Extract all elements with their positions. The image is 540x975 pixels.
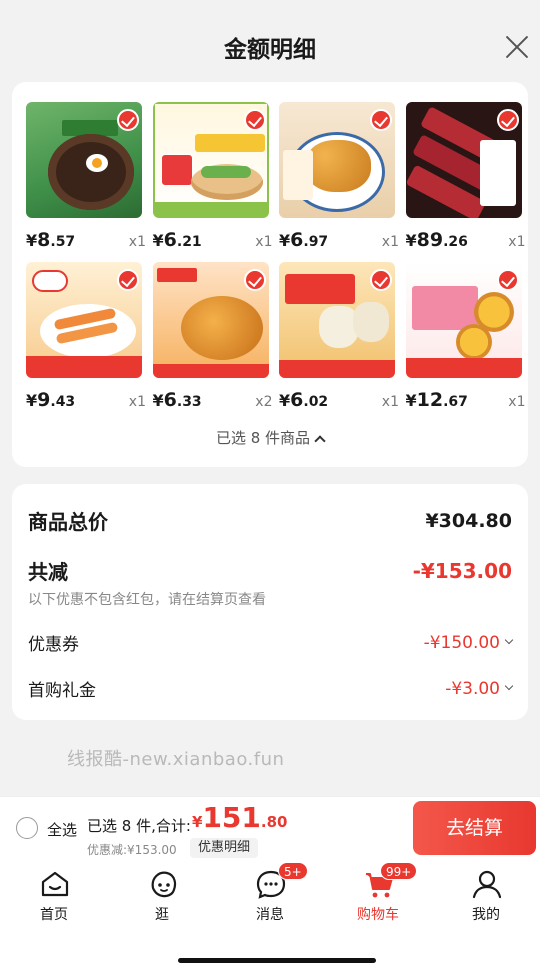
sheet-title: 金额明细	[224, 37, 316, 63]
total-reduce-row: 共减 -¥153.00	[28, 556, 512, 585]
selected-total-price: ¥151.80	[192, 801, 288, 834]
product-price: ¥6.97	[279, 229, 329, 251]
product-grid: ¥8.57 x1 ¥6.21 x1 ¥6.97 x1 ¥89.26 x1 ¥9.…	[26, 102, 526, 411]
product-thumbnail[interactable]	[26, 102, 142, 218]
product-quantity: x1	[508, 234, 526, 250]
chevron-up-icon	[314, 435, 326, 447]
price-summary-card: 商品总价 ¥304.80 共减 -¥153.00 以下优惠不包含红包，请在结算页…	[12, 484, 528, 720]
discount-amount: 优惠减:¥153.00	[87, 843, 177, 857]
chevron-down-icon	[504, 681, 514, 690]
product-item[interactable]: ¥12.67 x1	[405, 262, 526, 411]
goods-total-label: 商品总价	[28, 510, 108, 534]
tab-label: 购物车	[357, 907, 399, 923]
goods-total-row: 商品总价 ¥304.80	[28, 506, 512, 535]
selected-count-label: 已选 8 件,合计:	[87, 817, 191, 835]
product-thumbnail[interactable]	[279, 262, 395, 378]
product-thumbnail[interactable]	[26, 262, 142, 378]
product-check-icon[interactable]	[496, 109, 519, 131]
product-thumbnail[interactable]	[152, 102, 269, 218]
product-item[interactable]: ¥6.97 x1	[279, 102, 399, 251]
select-all-radio[interactable]	[16, 817, 38, 839]
product-item[interactable]: ¥89.26 x1	[405, 102, 526, 251]
product-quantity: x1	[128, 234, 146, 250]
select-all-label[interactable]: 全选	[47, 819, 77, 840]
product-check-icon[interactable]	[496, 269, 519, 291]
chevron-down-icon	[504, 635, 514, 644]
discount-detail-button[interactable]: 优惠明细	[190, 838, 259, 858]
product-quantity: x1	[381, 234, 399, 250]
product-price: ¥6.33	[152, 389, 202, 411]
face-icon	[151, 871, 177, 898]
tab-label: 逛	[155, 907, 169, 923]
product-thumbnail[interactable]	[405, 262, 522, 378]
amount-detail-sheet: 金额明细 ¥8.57 x1 ¥6.21 x1 ¥6.97 x1 ¥89.26 x…	[0, 0, 540, 796]
tab-label: 我的	[472, 907, 500, 923]
product-item[interactable]: ¥6.33 x2	[152, 262, 273, 411]
goods-total-value: ¥304.80	[425, 509, 512, 532]
selected-items-toggle[interactable]: 已选 8 件商品	[12, 427, 528, 448]
product-check-icon[interactable]	[117, 269, 139, 291]
product-item[interactable]: ¥8.57 x1	[26, 102, 146, 251]
home-indicator	[178, 958, 376, 963]
product-quantity: x2	[255, 394, 273, 410]
product-quantity: x1	[381, 394, 399, 410]
product-check-icon[interactable]	[370, 109, 392, 131]
product-thumbnail[interactable]	[152, 262, 269, 378]
profile-icon	[472, 870, 502, 899]
sheet-header: 金额明细	[0, 0, 540, 82]
selected-items-label: 已选 8 件商品	[215, 429, 311, 447]
product-price: ¥6.02	[279, 389, 329, 411]
product-price: ¥9.43	[26, 389, 76, 411]
total-reduce-value: -¥153.00	[412, 558, 512, 583]
tab-label: 首页	[40, 907, 68, 923]
watermark-text: 线报酷-new.xianbao.fun	[67, 749, 285, 770]
message-badge: 5+	[278, 862, 308, 880]
product-item[interactable]: ¥6.02 x1	[279, 262, 399, 411]
products-card: ¥8.57 x1 ¥6.21 x1 ¥6.97 x1 ¥89.26 x1 ¥9.…	[12, 82, 528, 467]
tab-home[interactable]: 首页	[0, 860, 108, 975]
home-icon	[41, 871, 69, 897]
coupon-label: 优惠券	[28, 635, 79, 655]
tab-profile[interactable]: 我的	[432, 860, 540, 975]
product-check-icon[interactable]	[117, 109, 139, 131]
coupon-value: -¥150.00	[423, 632, 500, 653]
discount-note: 以下优惠不包含红包，请在结算页查看	[28, 592, 266, 608]
product-price: ¥6.21	[152, 229, 202, 251]
product-price: ¥89.26	[405, 229, 468, 251]
checkout-button[interactable]: 去结算	[413, 801, 536, 855]
product-item[interactable]: ¥9.43 x1	[26, 262, 146, 411]
product-quantity: x1	[128, 394, 146, 410]
product-check-icon[interactable]	[370, 269, 392, 291]
product-item[interactable]: ¥6.21 x1	[152, 102, 273, 251]
tab-label: 消息	[256, 907, 284, 923]
product-check-icon[interactable]	[243, 109, 266, 131]
checkout-bar: 全选 已选 8 件,合计: ¥151.80 优惠减:¥153.00 优惠明细 去…	[0, 796, 540, 860]
product-quantity: x1	[255, 234, 273, 250]
coupon-row[interactable]: 优惠券 -¥150.00	[28, 630, 514, 655]
total-reduce-label: 共减	[28, 560, 68, 584]
first-purchase-row[interactable]: 首购礼金 -¥3.00	[28, 676, 514, 701]
product-thumbnail[interactable]	[279, 102, 395, 218]
product-price: ¥8.57	[26, 229, 76, 251]
product-check-icon[interactable]	[243, 269, 266, 291]
product-price: ¥12.67	[405, 389, 468, 411]
close-icon[interactable]	[504, 34, 530, 60]
cart-badge: 99+	[380, 862, 418, 880]
first-purchase-value: -¥3.00	[445, 678, 500, 699]
product-thumbnail[interactable]	[405, 102, 522, 218]
product-quantity: x1	[508, 394, 526, 410]
first-purchase-label: 首购礼金	[28, 681, 96, 701]
